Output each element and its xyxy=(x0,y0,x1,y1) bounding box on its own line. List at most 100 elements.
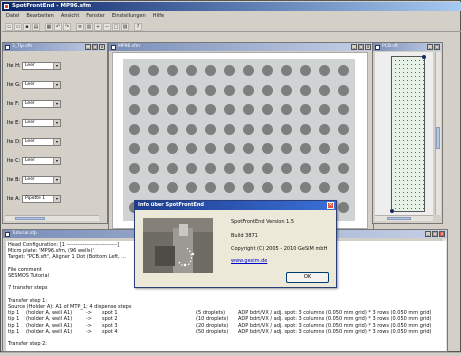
minimize-button[interactable]: _ xyxy=(85,44,91,50)
well[interactable] xyxy=(167,182,178,193)
well[interactable] xyxy=(262,104,273,115)
well[interactable] xyxy=(262,182,273,193)
close-button[interactable]: x xyxy=(365,44,371,50)
close-button[interactable]: x xyxy=(99,44,105,50)
redo-icon[interactable]: ↷ xyxy=(63,22,71,31)
zoom-in-icon[interactable]: + xyxy=(94,22,102,31)
well[interactable] xyxy=(338,65,349,76)
well[interactable] xyxy=(243,143,254,154)
maximize-button[interactable]: □ xyxy=(432,231,438,237)
well[interactable] xyxy=(167,123,178,135)
well[interactable] xyxy=(243,104,254,115)
well[interactable] xyxy=(186,143,197,154)
well[interactable] xyxy=(262,84,273,96)
well[interactable] xyxy=(243,123,254,135)
tip-holder-select[interactable]: Leer ▾ xyxy=(22,138,61,146)
well[interactable] xyxy=(243,182,254,193)
well[interactable] xyxy=(224,143,235,154)
well[interactable] xyxy=(338,201,349,213)
menu-item[interactable]: Bearbeiten xyxy=(26,12,53,21)
well[interactable] xyxy=(281,182,292,193)
well[interactable] xyxy=(148,104,159,115)
list-icon[interactable]: ≡ xyxy=(76,22,84,31)
well[interactable] xyxy=(262,123,273,135)
close-button[interactable]: x xyxy=(439,231,445,237)
about-close-button[interactable]: × xyxy=(327,202,334,209)
well[interactable] xyxy=(300,143,311,154)
well[interactable] xyxy=(129,143,140,154)
minimize-button[interactable]: _ xyxy=(425,231,431,237)
well[interactable] xyxy=(224,104,235,115)
well[interactable] xyxy=(129,123,140,135)
well[interactable] xyxy=(243,162,254,174)
print-icon[interactable]: ▤ xyxy=(32,22,40,31)
minimize-button[interactable]: _ xyxy=(427,44,433,50)
well[interactable] xyxy=(167,104,178,115)
chart-icon[interactable]: ▨ xyxy=(121,22,129,31)
well[interactable] xyxy=(205,162,216,174)
well[interactable] xyxy=(129,84,140,96)
well[interactable] xyxy=(300,182,311,193)
well[interactable] xyxy=(186,123,197,135)
chevron-down-icon[interactable]: ▾ xyxy=(53,120,60,126)
table-icon[interactable]: ▥ xyxy=(85,22,93,31)
well[interactable] xyxy=(167,65,178,76)
menu-item[interactable]: Datei xyxy=(6,12,19,21)
well[interactable] xyxy=(319,84,330,96)
well[interactable] xyxy=(129,162,140,174)
well[interactable] xyxy=(262,143,273,154)
chevron-down-icon[interactable]: ▾ xyxy=(53,158,60,164)
well[interactable] xyxy=(300,65,311,76)
well[interactable] xyxy=(300,84,311,96)
chevron-down-icon[interactable]: ▾ xyxy=(53,82,60,88)
well[interactable] xyxy=(186,182,197,193)
well[interactable] xyxy=(205,123,216,135)
well[interactable] xyxy=(205,84,216,96)
well[interactable] xyxy=(186,104,197,115)
chevron-down-icon[interactable]: ▾ xyxy=(53,63,60,69)
tip-holder-select[interactable]: Leer ▾ xyxy=(22,119,61,127)
tip-config-titlebar[interactable]: 3_Tip.sfh _ □ x xyxy=(3,43,107,51)
maximize-button[interactable]: □ xyxy=(358,44,364,50)
help-icon[interactable]: ? xyxy=(134,22,142,31)
minimize-button[interactable]: _ xyxy=(351,44,357,50)
horizontal-scrollbar[interactable] xyxy=(375,215,433,221)
well[interactable] xyxy=(338,84,349,96)
tip-holder-select[interactable]: Leer ▾ xyxy=(22,81,61,89)
menu-item[interactable]: Ansicht xyxy=(61,12,79,21)
new-icon[interactable]: ▫ xyxy=(5,22,13,31)
menu-item[interactable]: Fenster xyxy=(86,12,105,21)
well[interactable] xyxy=(281,65,292,76)
well[interactable] xyxy=(281,84,292,96)
tip-holder-select[interactable]: Leer ▾ xyxy=(22,176,61,184)
well[interactable] xyxy=(224,84,235,96)
chevron-down-icon[interactable]: ▾ xyxy=(53,177,60,183)
well[interactable] xyxy=(243,65,254,76)
menu-item[interactable]: Hilfe xyxy=(153,12,164,21)
well[interactable] xyxy=(129,104,140,115)
ok-button[interactable]: OK xyxy=(286,272,329,283)
well[interactable] xyxy=(167,84,178,96)
well[interactable] xyxy=(224,65,235,76)
well[interactable] xyxy=(338,123,349,135)
horizontal-scrollbar[interactable] xyxy=(5,215,99,221)
well[interactable] xyxy=(319,162,330,174)
chevron-down-icon[interactable]: ▾ xyxy=(53,196,60,202)
zoom-out-icon[interactable]: − xyxy=(103,22,111,31)
well[interactable] xyxy=(167,143,178,154)
menu-item[interactable]: Einstellungen xyxy=(112,12,146,21)
maximize-button[interactable]: □ xyxy=(92,44,98,50)
well[interactable] xyxy=(148,65,159,76)
well[interactable] xyxy=(129,182,140,193)
well[interactable] xyxy=(281,123,292,135)
well[interactable] xyxy=(224,162,235,174)
well[interactable] xyxy=(224,123,235,135)
pcb-titlebar[interactable]: PCB.sft _ □ xyxy=(373,43,442,51)
well[interactable] xyxy=(129,65,140,76)
well[interactable] xyxy=(148,123,159,135)
open-icon[interactable]: ▭ xyxy=(14,22,22,31)
well[interactable] xyxy=(300,104,311,115)
chevron-down-icon[interactable]: ▾ xyxy=(53,139,60,145)
well[interactable] xyxy=(281,104,292,115)
well[interactable] xyxy=(319,143,330,154)
